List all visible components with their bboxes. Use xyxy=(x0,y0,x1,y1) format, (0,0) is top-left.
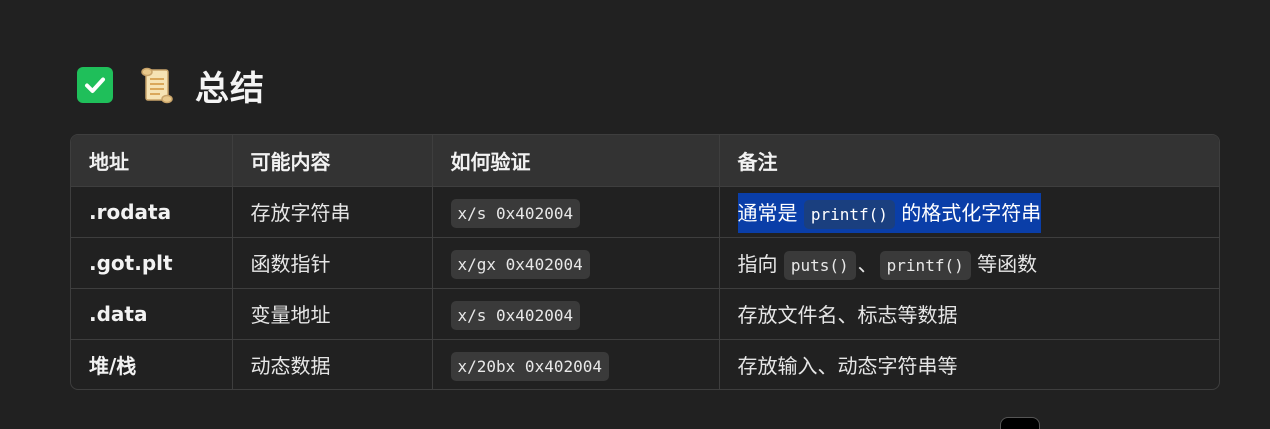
table-header-row: 地址 可能内容 如何验证 备注 xyxy=(71,135,1219,187)
cell-note: 通常是 printf() 的格式化字符串 xyxy=(719,186,1219,238)
cell-content: 变量地址 xyxy=(232,288,433,340)
cell-verify: x/gx 0x402004 xyxy=(432,237,720,289)
header-note: 备注 xyxy=(719,135,1219,187)
code-snippet: x/gx 0x402004 xyxy=(450,249,590,279)
table-row: .rodata 存放字符串 x/s 0x402004 通常是 printf() … xyxy=(71,186,1219,238)
cell-content: 动态数据 xyxy=(232,339,433,389)
scroll-icon xyxy=(139,66,175,104)
header-content: 可能内容 xyxy=(232,135,433,187)
code-snippet: x/s 0x402004 xyxy=(450,198,581,228)
floating-button[interactable] xyxy=(1000,417,1040,429)
note-text: 指向 xyxy=(737,252,778,276)
table-row: 堆/栈 动态数据 x/20bx 0x402004 存放输入、动态字符串等 xyxy=(71,339,1219,389)
code-snippet: x/20bx 0x402004 xyxy=(450,351,609,381)
cell-address: .rodata xyxy=(71,186,233,238)
table-row: .data 变量地址 x/s 0x402004 存放文件名、标志等数据 xyxy=(71,288,1219,340)
cell-address: 堆/栈 xyxy=(71,339,233,389)
cell-note: 指向 puts()、 printf() 等函数 xyxy=(719,237,1219,289)
code-snippet: puts() xyxy=(783,251,856,280)
cell-content: 存放字符串 xyxy=(232,186,433,238)
section-heading: 总结 xyxy=(77,62,265,109)
header-verify: 如何验证 xyxy=(432,135,720,187)
note-text: 的格式化字符串 xyxy=(901,201,1042,225)
header-address: 地址 xyxy=(71,135,233,187)
page: 总结 地址 可能内容 如何验证 备注 .rodata 存放字符串 x/s 0x4… xyxy=(0,0,1270,429)
table-row: .got.plt 函数指针 x/gx 0x402004 指向 puts()、 pr… xyxy=(71,237,1219,289)
cell-note: 存放输入、动态字符串等 xyxy=(737,354,958,379)
note-text: 通常是 xyxy=(737,201,798,225)
selected-text[interactable]: 通常是 printf() 的格式化字符串 xyxy=(737,193,1042,233)
cell-note: 存放文件名、标志等数据 xyxy=(719,288,1219,340)
cell-address: .got.plt xyxy=(71,237,233,289)
cell-content: 函数指针 xyxy=(232,237,433,289)
check-mark-icon xyxy=(77,67,113,103)
cell-address: .data xyxy=(71,288,233,340)
code-snippet: printf() xyxy=(879,251,971,280)
code-snippet: x/s 0x402004 xyxy=(450,300,581,330)
cell-verify: x/20bx 0x402004 xyxy=(432,339,720,389)
page-title: 总结 xyxy=(195,68,265,109)
note-text: 等函数 xyxy=(977,252,1038,276)
cell-verify: x/s 0x402004 xyxy=(432,288,720,340)
note-separator: 、 xyxy=(857,252,878,276)
summary-table: 地址 可能内容 如何验证 备注 .rodata 存放字符串 x/s 0x4020… xyxy=(70,134,1220,390)
code-snippet: printf() xyxy=(803,200,895,229)
cell-verify: x/s 0x402004 xyxy=(432,186,720,238)
